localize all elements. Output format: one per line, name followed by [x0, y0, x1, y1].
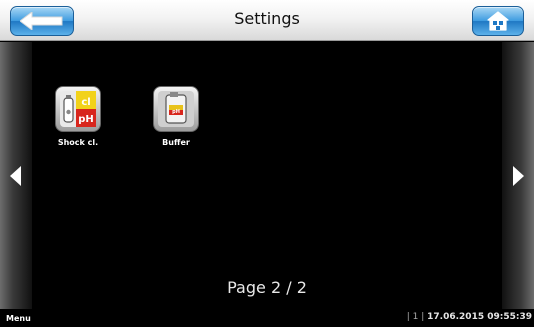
page-title: Settings — [234, 9, 300, 28]
tile-buffer[interactable]: pH Buffer — [146, 86, 206, 147]
menu-label[interactable]: Menu — [6, 314, 31, 323]
counter: 1 — [412, 312, 419, 322]
svg-text:pH: pH — [78, 114, 94, 125]
status-bar: Menu | 1 | 17.06.2015 09:55:39 — [0, 309, 534, 327]
svg-text:cl: cl — [81, 97, 90, 108]
home-button[interactable] — [472, 6, 524, 36]
datetime: 17.06.2015 09:55:39 — [427, 312, 532, 322]
shock-chlorine-icon: cl pH — [55, 86, 101, 132]
page-indicator: Page 2 / 2 — [227, 278, 307, 297]
header-bar: Settings — [0, 0, 534, 41]
status-info: | 1 | 17.06.2015 09:55:39 — [407, 312, 532, 322]
tile-label: Buffer — [162, 138, 190, 147]
triangle-right-icon — [513, 165, 524, 186]
separator: | — [406, 312, 410, 322]
svg-text:pH: pH — [172, 109, 180, 115]
triangle-left-icon — [10, 165, 21, 186]
tile-label: Shock cl. — [57, 138, 99, 147]
previous-page-button[interactable] — [0, 42, 32, 309]
tile-shock-chlorine[interactable]: cl pH Shock cl. — [48, 86, 108, 147]
next-page-button[interactable] — [502, 42, 534, 309]
home-icon — [487, 11, 509, 31]
separator: | — [421, 312, 425, 322]
buffer-canister-icon: pH — [153, 86, 199, 132]
